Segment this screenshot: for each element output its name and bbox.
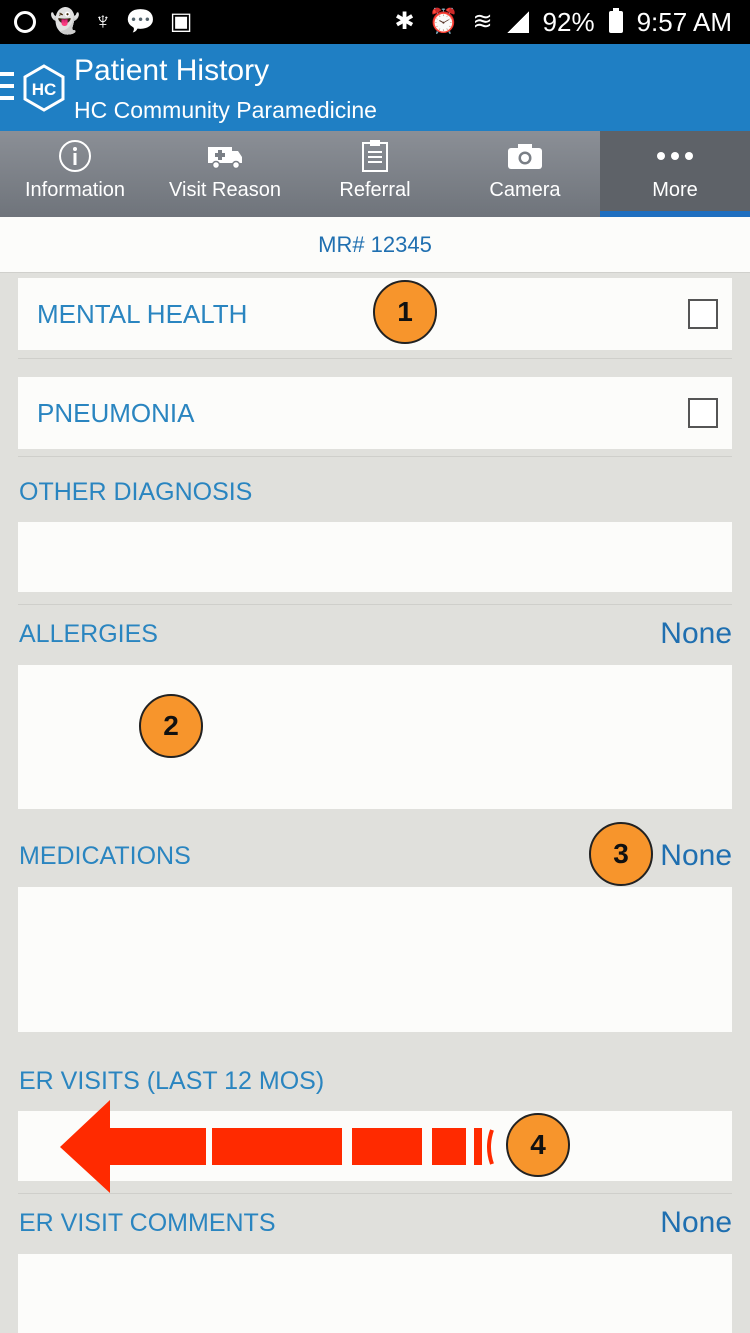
- diagnosis-row-pneumonia[interactable]: PNEUMONIA: [18, 377, 732, 449]
- app-bar: HC Patient History HC Community Paramedi…: [0, 44, 750, 131]
- hc-logo-icon: HC: [23, 64, 65, 112]
- wifi-icon: ≋: [472, 8, 493, 35]
- callout-marker: 2: [139, 694, 203, 758]
- other-diagnosis-input[interactable]: [18, 522, 732, 592]
- status-left-icons: 👻 ♆ 💬 ▣: [14, 10, 192, 34]
- divider: [18, 456, 732, 457]
- medications-none-button[interactable]: None: [660, 839, 732, 873]
- signal-icon: [506, 11, 529, 33]
- diagnosis-label: MENTAL HEALTH: [37, 298, 248, 329]
- medications-input[interactable]: [18, 887, 732, 1032]
- callout-marker: 1: [373, 280, 437, 344]
- mental-health-checkbox[interactable]: [688, 299, 718, 329]
- other-diagnosis-label: OTHER DIAGNOSIS: [19, 478, 253, 506]
- bluetooth-icon: ✱: [394, 8, 415, 35]
- divider: [18, 358, 732, 359]
- tab-more[interactable]: More: [600, 131, 750, 217]
- camera-icon: [508, 144, 542, 169]
- ring-notification-icon: [14, 11, 36, 33]
- diagnosis-label: PNEUMONIA: [37, 397, 195, 428]
- clipboard-icon: [362, 140, 388, 172]
- usb-icon: ♆: [93, 8, 112, 35]
- tab-camera[interactable]: Camera: [450, 131, 600, 217]
- callout-marker: 4: [506, 1113, 570, 1177]
- tab-bar: Information Visit Reason Referral Camera…: [0, 131, 750, 217]
- info-icon: [59, 140, 91, 172]
- battery-percent: 92%: [542, 6, 595, 37]
- clock: 9:57 AM: [636, 6, 732, 37]
- alarm-icon: ⏰: [428, 8, 459, 35]
- tab-visit-reason[interactable]: Visit Reason: [150, 131, 300, 217]
- allergies-none-button[interactable]: None: [660, 617, 732, 651]
- ambulance-icon: [208, 147, 242, 170]
- tab-label: Visit Reason: [169, 179, 281, 201]
- allergies-input[interactable]: [18, 665, 732, 809]
- chat-icon: 💬: [125, 8, 156, 35]
- svg-text:HC: HC: [32, 80, 57, 99]
- tab-label: Information: [24, 179, 126, 201]
- tab-label: More: [652, 179, 698, 201]
- er-visits-label: ER VISITS (LAST 12 MOS): [19, 1067, 325, 1095]
- image-icon: ▣: [169, 8, 193, 35]
- divider: [18, 604, 732, 605]
- page-title: Patient History: [74, 54, 270, 87]
- battery-icon: [608, 8, 623, 33]
- tab-information[interactable]: Information: [0, 131, 150, 217]
- annotation-arrow-icon: [60, 1100, 494, 1193]
- pneumonia-checkbox[interactable]: [688, 398, 718, 428]
- tab-label: Referral: [339, 179, 411, 201]
- callout-marker: 3: [589, 822, 653, 886]
- status-right-icons: ✱ ⏰ ≋ 92% 9:57 AM: [394, 7, 732, 38]
- status-bar: 👻 ♆ 💬 ▣ ✱ ⏰ ≋ 92% 9:57 AM: [0, 0, 750, 44]
- allergies-label: ALLERGIES: [19, 620, 158, 648]
- er-visit-comments-none-button[interactable]: None: [660, 1206, 732, 1240]
- tab-referral[interactable]: Referral: [300, 131, 450, 217]
- tab-label: Camera: [489, 179, 561, 201]
- er-visit-comments-input[interactable]: [18, 1254, 732, 1333]
- medical-record-number: MR# 12345: [0, 217, 750, 273]
- hamburger-menu-icon[interactable]: [0, 72, 14, 100]
- more-icon: [657, 152, 693, 160]
- snapchat-icon: 👻: [50, 8, 80, 35]
- medications-label: MEDICATIONS: [19, 842, 191, 870]
- er-visit-comments-label: ER VISIT COMMENTS: [19, 1209, 276, 1237]
- page-subtitle: HC Community Paramedicine: [74, 97, 377, 123]
